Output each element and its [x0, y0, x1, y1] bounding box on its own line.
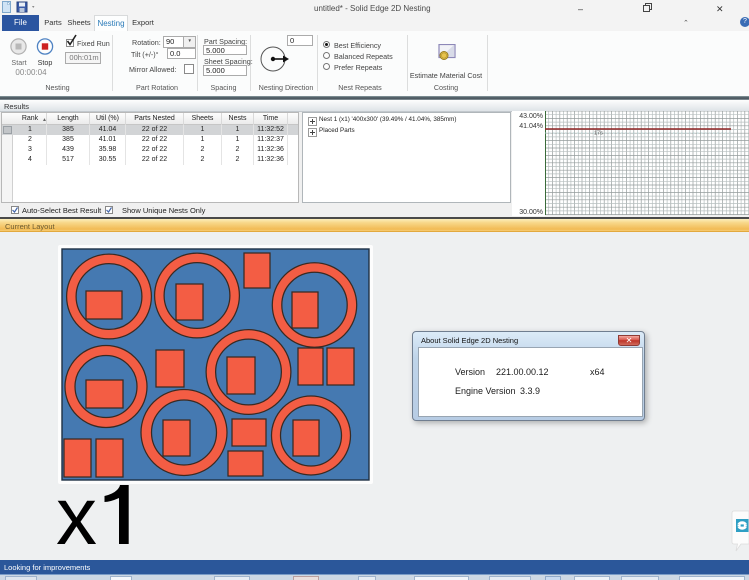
svg-text:17s: 17s [594, 131, 603, 137]
